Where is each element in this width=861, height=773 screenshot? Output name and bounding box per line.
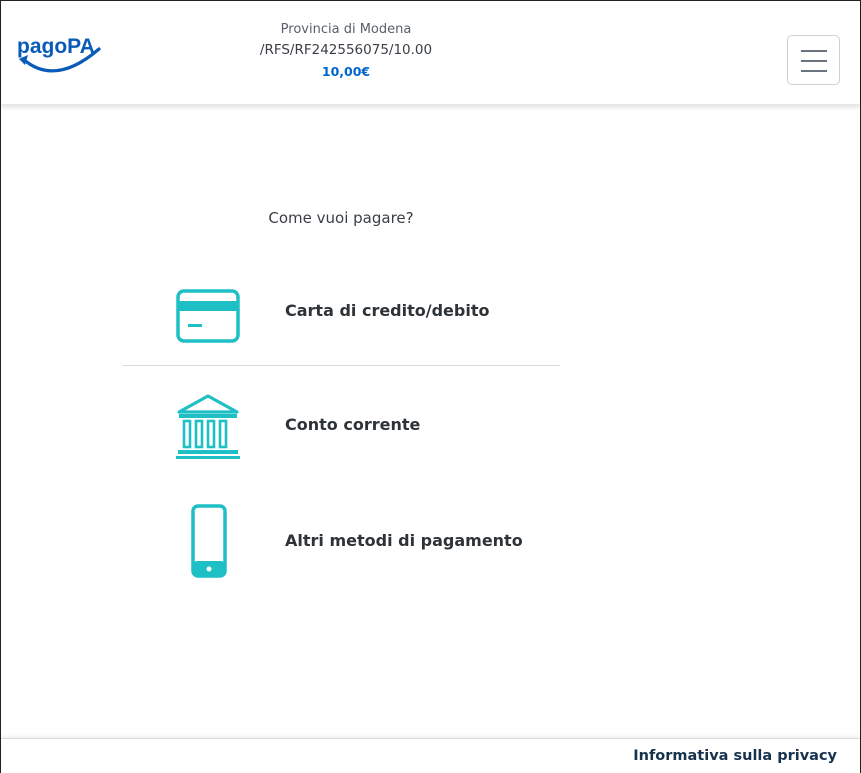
hamburger-line [801,70,827,72]
smartphone-icon [191,504,227,578]
logo-text: pagoPA [17,35,95,58]
option-label: Conto corrente [285,415,421,434]
bank-icon [176,394,240,459]
option-other-methods[interactable]: Altri metodi di pagamento [123,487,561,599]
option-bank-account[interactable]: Conto corrente [123,371,561,483]
option-label: Carta di credito/debito [285,301,490,320]
option-credit-card[interactable]: Carta di credito/debito [123,255,561,367]
payment-reference: /RFS/RF242556075/10.00 [259,42,433,58]
credit-card-icon [176,289,240,343]
creditor-name: Provincia di Modena [280,22,412,37]
page-frame: pagoPA Provincia di Modena /RFS/RF242556… [0,0,861,773]
payment-amount: 10,00€ [321,64,371,79]
privacy-policy-link[interactable]: Informativa sulla privacy [633,748,837,764]
option-divider [123,365,560,366]
header-bar: pagoPA Provincia di Modena /RFS/RF242556… [1,1,860,105]
payment-summary: Provincia di Modena /RFS/RF242556075/10.… [201,21,491,82]
footer-bar: Informativa sulla privacy [1,738,860,773]
menu-button[interactable] [787,35,840,85]
hamburger-line [801,60,827,62]
option-label: Altri metodi di pagamento [285,531,523,550]
payment-method-question: Come vuoi pagare? [268,209,414,227]
pagopa-logo[interactable]: pagoPA [15,29,111,89]
hamburger-menu-icon [801,50,827,52]
